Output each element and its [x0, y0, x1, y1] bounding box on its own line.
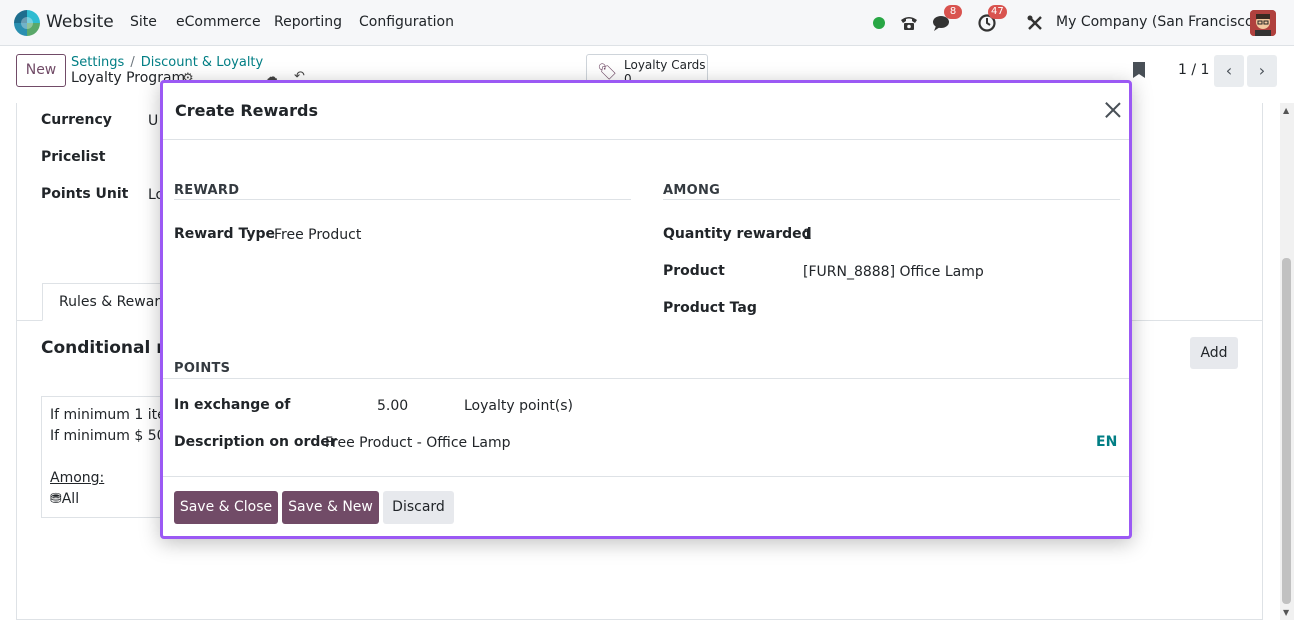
- footer-divider: [163, 476, 1129, 477]
- save-new-button[interactable]: Save & New: [282, 491, 379, 524]
- points-divider: [163, 378, 1129, 379]
- dialog-title: Create Rewards: [175, 101, 318, 120]
- product-tag-label: Product Tag: [663, 300, 757, 316]
- close-icon[interactable]: [1103, 100, 1123, 120]
- reward-type-label: Reward Type: [174, 226, 275, 242]
- reward-heading: REWARD: [174, 183, 240, 198]
- create-rewards-dialog: Create Rewards REWARD Reward Type Free P…: [160, 80, 1132, 539]
- reward-type-field[interactable]: Free Product: [274, 227, 361, 243]
- save-close-button[interactable]: Save & Close: [174, 491, 278, 524]
- reward-divider: [174, 199, 631, 200]
- header-divider: [163, 139, 1129, 140]
- product-field[interactable]: [FURN_8888] Office Lamp: [803, 264, 984, 280]
- discard-button[interactable]: Discard: [383, 491, 454, 524]
- quantity-rewarded-field[interactable]: 1: [803, 227, 812, 243]
- among-heading: AMONG: [663, 183, 721, 198]
- in-exchange-of-label: In exchange of: [174, 397, 291, 413]
- points-heading: POINTS: [174, 361, 231, 376]
- description-on-order-field[interactable]: Free Product - Office Lamp: [325, 435, 511, 451]
- quantity-rewarded-label: Quantity rewarded: [663, 226, 812, 242]
- translate-language-button[interactable]: EN: [1096, 434, 1117, 450]
- among-divider: [663, 199, 1120, 200]
- description-on-order-label: Description on order: [174, 434, 337, 450]
- points-unit-field: Loyalty point(s): [464, 398, 574, 414]
- in-exchange-of-field[interactable]: 5.00: [377, 398, 408, 414]
- product-label: Product: [663, 263, 725, 279]
